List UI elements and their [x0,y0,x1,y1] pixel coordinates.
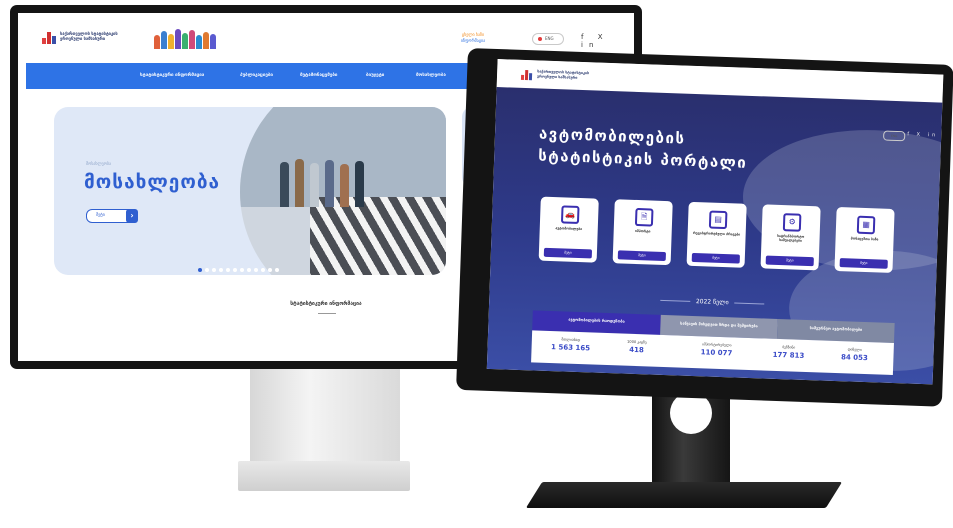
calculator-icon: ▦ [856,215,876,235]
stat-item: დიზელი 84 053 [819,346,889,362]
chevron-right-icon: › [126,209,138,223]
nav-item[interactable]: ბიუჯეტი [366,73,384,78]
slider-dot[interactable] [247,268,251,272]
card-label: ავტომობილები [555,226,583,232]
slider-dot[interactable] [261,268,265,272]
hotline-info: ინფორმაცია [460,38,486,43]
car-icon: 🚗 [560,205,580,224]
geostat-logo-icon[interactable] [42,32,56,44]
category-card[interactable]: ⚙ სატრანსპორტო საშუალებები მეტი [760,204,821,271]
slider-dot[interactable] [212,268,216,272]
card-button[interactable]: მეტი [691,252,740,264]
section-divider [318,313,336,314]
right-stand-base [525,482,843,508]
card-button[interactable]: მეტი [839,258,888,269]
gear-car-icon: ⚙ [782,213,802,232]
hero-title: მოსახლეობა [84,171,221,193]
right-screen: საქართველოს სტატისტიკის ეროვნული სამსახუ… [486,59,944,385]
more-button[interactable]: მეტი › [86,209,138,223]
stat-item: 1000 კაცზე 418 [601,339,671,355]
hero-slider[interactable]: მოსახლეობა მოსახლეობა მეტი › [54,107,446,275]
slider-dot[interactable] [254,268,258,272]
hero-kicker: მოსახლეობა [86,161,111,166]
nav-item[interactable]: მეტამონაცემები [300,73,337,78]
language-label: ENG [545,36,554,41]
card-button[interactable]: მეტი [543,247,593,259]
document-icon: 🗎 [634,207,654,227]
org-name: საქართველოს სტატისტიკის ეროვნული სამსახუ… [60,31,118,41]
slider-dot[interactable] [198,268,202,272]
clipboard-icon: ▤ [708,210,728,230]
stat-value: 1 563 165 [550,343,591,353]
people-banner-icon [152,27,220,49]
slider-dots[interactable] [198,257,282,275]
card-label: იმპორტი [634,228,651,234]
slider-dot[interactable] [233,268,237,272]
card-button[interactable]: მეტი [765,255,814,267]
slider-dot[interactable] [268,268,272,272]
hero-photo [240,107,446,275]
category-card[interactable]: ▦ მონაცემთა ბაზა მეტი [834,206,895,273]
stat-item: იმპორტირებული 110 077 [681,342,751,358]
nav-item[interactable]: მოსახლეობა [416,73,446,78]
slider-dot[interactable] [240,268,244,272]
card-label: მონაცემთა ბაზა [850,236,879,242]
hotline[interactable]: ცხელი ხაზი ინფორმაცია [442,32,504,44]
portal-title: ავტომობილების სტატისტიკის პორტალი [538,123,748,174]
language-switch[interactable]: ENG [532,33,564,45]
card-button[interactable]: მეტი [617,250,666,262]
social-links[interactable]: f X in [581,33,634,49]
nav-item[interactable]: პუბლიკაციები [240,73,273,78]
stat-value: 84 053 [840,353,868,363]
stat-value: 418 [629,345,645,355]
stat-value: 110 077 [700,348,733,358]
slider-dot[interactable] [226,268,230,272]
nav-item[interactable]: სტატისტიკური ინფორმაცია [140,73,204,78]
card-label: სატრანსპორტო საშუალებები [776,233,805,243]
right-stand-neck [652,386,730,496]
left-stand-base [238,461,410,491]
portal-pager[interactable] [696,376,715,384]
geostat-logo-icon[interactable] [520,70,533,81]
social-links[interactable]: f X in [907,131,938,138]
category-card[interactable]: 🚗 ავტომობილები მეტი [538,196,599,263]
org-name: საქართველოს სტატისტიკის ეროვნული სამსახუ… [536,69,590,80]
flag-icon [538,37,542,41]
category-card[interactable]: 🗎 იმპორტი მეტი [612,199,673,266]
slider-dot[interactable] [275,268,279,272]
card-label: რეგისტრირებული ძრავები [692,230,741,237]
language-switch[interactable]: ENG [883,130,906,142]
more-label: მეტი [96,212,105,217]
category-card[interactable]: ▤ რეგისტრირებული ძრავები მეტი [686,201,747,268]
portal-hero: ENG f X in ავტომობილების სტატისტიკის პორ… [486,87,943,385]
stat-item: ბენზინი 177 813 [753,344,823,360]
left-stand-neck [250,369,400,461]
stat-item: მთლიანად 1 563 165 [535,337,605,353]
stat-value: 177 813 [772,350,805,360]
right-monitor: საქართველოს სტატისტიკის ეროვნული სამსახუ… [456,48,953,407]
slider-dot[interactable] [219,268,223,272]
slider-dot[interactable] [205,268,209,272]
